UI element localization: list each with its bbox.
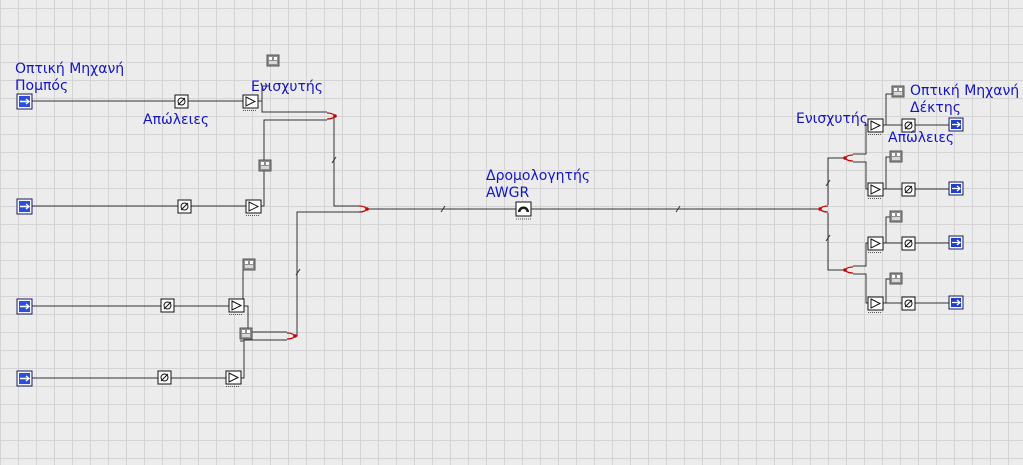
meter-5-power-meter-icon[interactable] [891,85,905,98]
wire-amp4-coupler2 [240,339,287,379]
amp-7-amplifier-icon[interactable] [867,236,884,253]
amp-6-amplifier-icon[interactable] [867,182,884,199]
amp-2-amplifier-icon[interactable] [245,199,262,216]
receiver-title-label: Οπτική Μηχανή [910,83,1020,99]
wire-coupler2-coupler3 [294,211,359,337]
losses-left-label: Απώλειες [143,112,210,128]
coupler-6-coupler-icon [843,266,854,274]
amp-5-amplifier-icon[interactable] [867,118,884,135]
att-8-attenuator-icon[interactable] [901,296,916,311]
rx-3-optical-receiver-icon[interactable] [948,235,964,250]
amp-8-amplifier-icon[interactable] [867,296,884,313]
att-3-attenuator-icon[interactable] [160,298,175,313]
schematic-canvas: Οπτική Μηχανή Πομπός Απώλειες Ενισχυτής … [0,0,1023,465]
rx-4-optical-receiver-icon[interactable] [948,295,964,310]
meter-1-power-meter-icon[interactable] [266,54,280,67]
meter-6-power-meter-icon[interactable] [889,150,903,163]
wire-coupler5-amp6 [853,161,868,190]
wire-coupler6-amp7 [853,242,868,267]
losses-right-label: Απώλειες [888,130,955,146]
amplifier-right-label: Ενισχυτής [796,111,868,127]
coupler-2-coupler-icon [286,332,297,340]
transmitter-title-label: Οπτική Μηχανή [15,61,125,77]
att-2-attenuator-icon[interactable] [177,199,192,214]
att-4-attenuator-icon[interactable] [157,370,172,385]
router-title-label: Δρομολογητής [486,168,591,184]
wiring-layer [16,54,964,387]
coupler-3-coupler-icon [358,205,369,213]
wire-coupler5-amp5 [853,124,868,155]
meter-7-power-meter-icon[interactable] [889,210,903,223]
receiver-subtitle-label: Δέκτης [910,100,961,116]
meter-3-power-meter-icon[interactable] [242,258,256,271]
rx-2-optical-receiver-icon[interactable] [948,181,964,196]
amp-1-amplifier-icon[interactable] [242,94,259,111]
amplifier-left-label: Ενισχυτής [251,79,323,95]
amp-4-amplifier-icon[interactable] [225,370,242,387]
wire-coupler4-coupler6 [827,213,845,271]
amp-3-amplifier-icon[interactable] [228,298,245,315]
meter-4-power-meter-icon[interactable] [239,327,253,340]
awgr-router-icon[interactable] [515,201,532,220]
meter-2-power-meter-icon[interactable] [258,159,272,172]
wire-coupler1-coupler3 [333,116,359,207]
tx-2-optical-transmitter-icon[interactable] [16,198,33,215]
wire-coupler6-amp8 [853,273,868,304]
att-7-attenuator-icon[interactable] [901,236,916,251]
tx-3-optical-transmitter-icon[interactable] [16,298,33,315]
tx-4-optical-transmitter-icon[interactable] [16,370,33,387]
router-subtitle-label: AWGR [486,185,530,201]
meter-8-power-meter-icon[interactable] [889,272,903,285]
att-6-attenuator-icon[interactable] [901,182,916,197]
tx-1-optical-transmitter-icon[interactable] [16,93,33,110]
coupler-5-coupler-icon [843,154,854,162]
wire-amp1-coupler1 [257,100,327,113]
coupler-1-coupler-icon [326,112,337,120]
coupler-4-coupler-icon [818,205,829,213]
wire-coupler4-coupler5 [827,157,845,205]
att-1-attenuator-icon[interactable] [174,94,189,109]
transmitter-subtitle-label: Πομπός [15,78,69,94]
